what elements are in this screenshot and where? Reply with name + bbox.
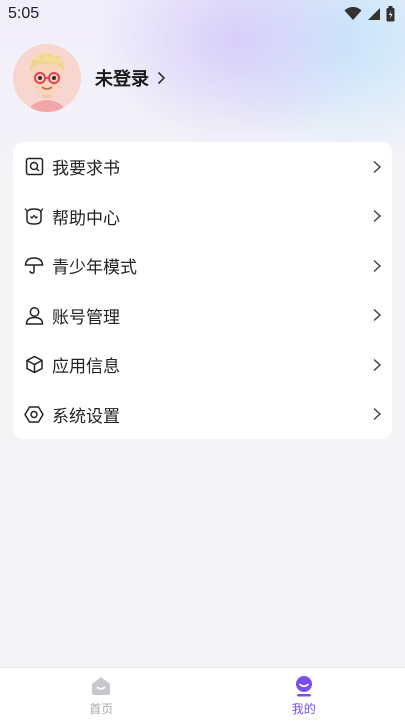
- status-time: 5:05: [8, 5, 40, 22]
- menu-item-label: 帮助中心: [52, 208, 120, 229]
- login-status-label: 未登录: [95, 69, 149, 90]
- chevron-right-icon: [373, 210, 382, 223]
- menu-item-teen-mode[interactable]: 青少年模式: [13, 241, 392, 291]
- menu-item-label: 系统设置: [52, 406, 120, 427]
- avatar[interactable]: [13, 44, 81, 112]
- menu-item-system-settings[interactable]: 系统设置: [13, 390, 392, 440]
- tab-home[interactable]: 首页: [0, 668, 203, 721]
- status-bar: 5:05: [0, 0, 405, 28]
- user-icon: [24, 305, 44, 325]
- chevron-right-icon: [373, 309, 382, 322]
- help-bot-icon: [24, 206, 44, 226]
- bottom-navigation: 首页 我的: [0, 667, 405, 721]
- chevron-right-icon: [373, 160, 382, 173]
- tab-mine[interactable]: 我的: [203, 668, 405, 721]
- menu-item-label: 青少年模式: [52, 258, 137, 279]
- menu-item-label: 我要求书: [52, 159, 120, 180]
- signal-icon: [368, 8, 380, 20]
- cartoon-avatar-icon: [13, 44, 81, 112]
- settings-icon: [24, 404, 44, 424]
- menu-card: 我要求书 帮助中心 青少年模式 账号管理 应用信息 系统设置: [13, 142, 392, 439]
- wifi-icon: [344, 7, 362, 20]
- chevron-right-icon: [157, 71, 166, 85]
- profile-header[interactable]: 未登录: [13, 44, 166, 112]
- battery-icon: [386, 6, 395, 22]
- menu-item-label: 账号管理: [52, 307, 120, 328]
- chevron-right-icon: [373, 259, 382, 272]
- menu-item-account-management[interactable]: 账号管理: [13, 291, 392, 341]
- menu-item-label: 应用信息: [52, 357, 120, 378]
- tab-label: 首页: [89, 701, 114, 716]
- status-icons: [344, 6, 395, 22]
- home-icon: [92, 676, 111, 695]
- profile-icon: [295, 675, 312, 696]
- menu-item-help-center[interactable]: 帮助中心: [13, 192, 392, 242]
- tab-label: 我的: [291, 701, 316, 716]
- book-search-icon: [24, 157, 44, 177]
- umbrella-icon: [24, 256, 44, 276]
- menu-item-app-info[interactable]: 应用信息: [13, 340, 392, 390]
- menu-item-book-request[interactable]: 我要求书: [13, 142, 392, 192]
- box-icon: [24, 355, 44, 375]
- chevron-right-icon: [373, 408, 382, 421]
- login-link[interactable]: 未登录: [95, 65, 166, 91]
- chevron-right-icon: [373, 358, 382, 371]
